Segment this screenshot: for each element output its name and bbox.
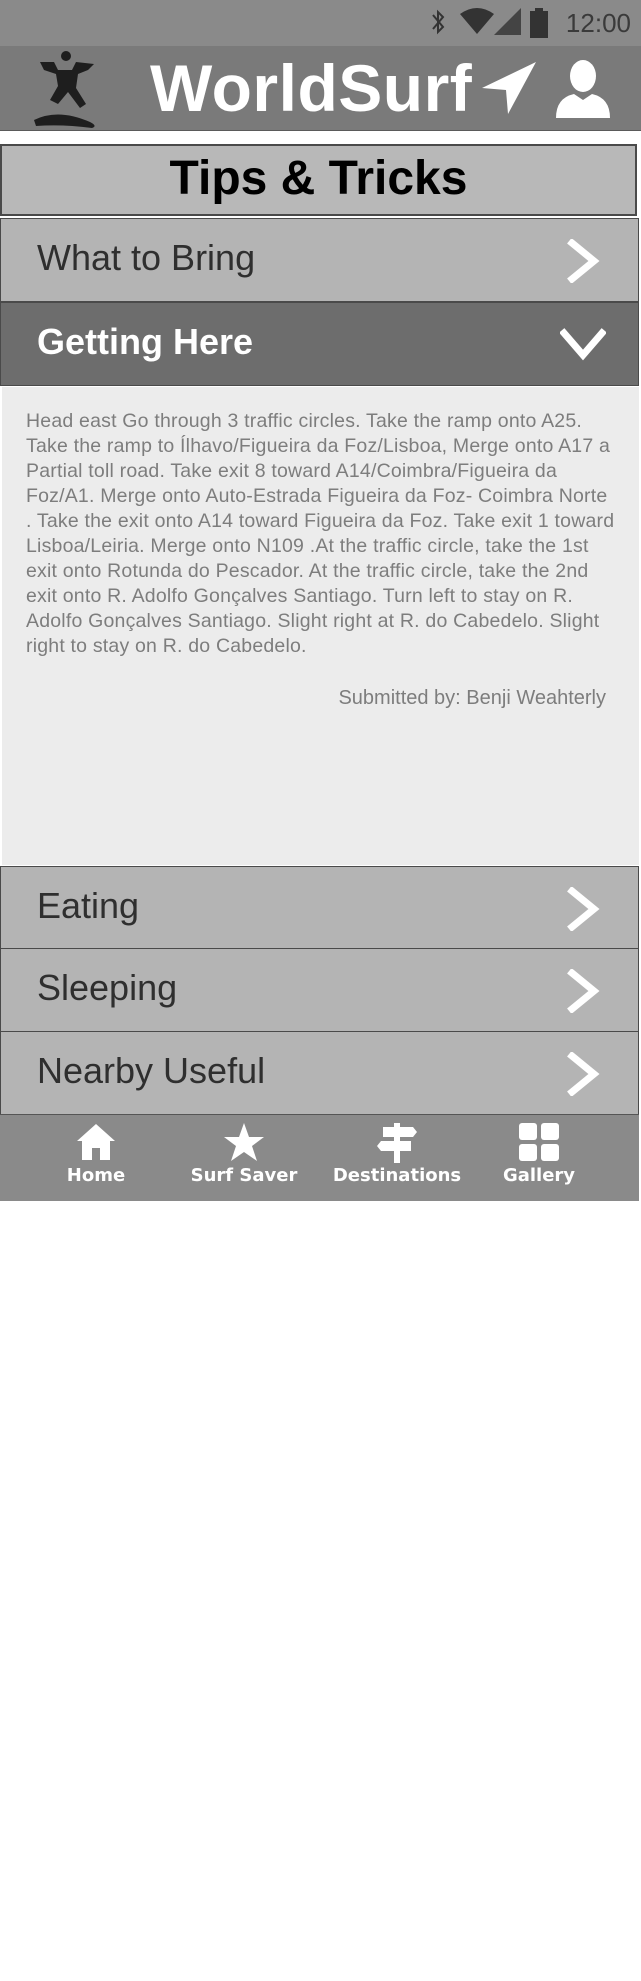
tab-label: Gallery: [502, 1165, 576, 1186]
wifi-icon: [460, 8, 494, 34]
accordion-item-eating[interactable]: Eating: [0, 866, 639, 950]
accordion-item-label: Getting Here: [37, 321, 254, 362]
directions-text: Head east Go through 3 traffic circles. …: [26, 410, 615, 657]
section-title: Tips & Tricks: [0, 144, 637, 216]
app-header: WorldSurf: [0, 46, 641, 131]
tab-label: Home: [66, 1165, 126, 1186]
accordion-item-label: Eating: [37, 885, 140, 926]
accordion-item-label: Sleeping: [37, 967, 178, 1008]
status-time: 12:00: [565, 8, 631, 38]
home-icon: [77, 1124, 115, 1160]
status-bar: 12:00: [0, 0, 641, 46]
tab-home[interactable]: Home: [38, 1115, 154, 1201]
tab-label: Destinations: [332, 1165, 462, 1186]
app-title: WorldSurf: [150, 51, 473, 125]
tab-destinations[interactable]: Destinations: [332, 1115, 462, 1201]
tab-surf-saver[interactable]: Surf Saver: [186, 1115, 302, 1201]
chevron-right-icon: [567, 1052, 600, 1096]
navigation-arrow-icon[interactable]: [478, 58, 538, 118]
chevron-right-icon: [567, 239, 600, 283]
bottom-tab-bar: Home Surf Saver Destinations Gallery: [0, 1114, 639, 1201]
app-screen: 12:00 WorldSurf Tips & Tricks What to Br…: [0, 0, 641, 1201]
grid-icon: [519, 1123, 559, 1161]
signal-icon: [494, 8, 521, 35]
bluetooth-icon: [432, 9, 445, 35]
surfer-logo-icon[interactable]: [28, 48, 106, 128]
accordion-expanded-panel: Head east Go through 3 traffic circles. …: [2, 387, 639, 865]
tab-gallery[interactable]: Gallery: [484, 1115, 594, 1201]
submitted-by-text: Submitted by: Benji Weahterly: [338, 687, 606, 709]
accordion-item-nearby-useful[interactable]: Nearby Useful: [0, 1031, 639, 1115]
tab-label: Surf Saver: [190, 1165, 298, 1186]
chevron-right-icon: [567, 887, 600, 931]
chevron-down-icon: [560, 328, 606, 361]
battery-icon: [530, 8, 548, 38]
star-icon: [224, 1123, 264, 1161]
accordion-item-label: What to Bring: [37, 237, 256, 278]
user-profile-icon[interactable]: [552, 58, 614, 120]
accordion-item-getting-here[interactable]: Getting Here: [0, 302, 639, 386]
chevron-right-icon: [567, 969, 600, 1013]
accordion-item-what-to-bring[interactable]: What to Bring: [0, 218, 639, 302]
signpost-icon: [377, 1123, 417, 1163]
accordion-item-label: Nearby Useful: [37, 1050, 266, 1091]
accordion-item-sleeping[interactable]: Sleeping: [0, 948, 639, 1032]
